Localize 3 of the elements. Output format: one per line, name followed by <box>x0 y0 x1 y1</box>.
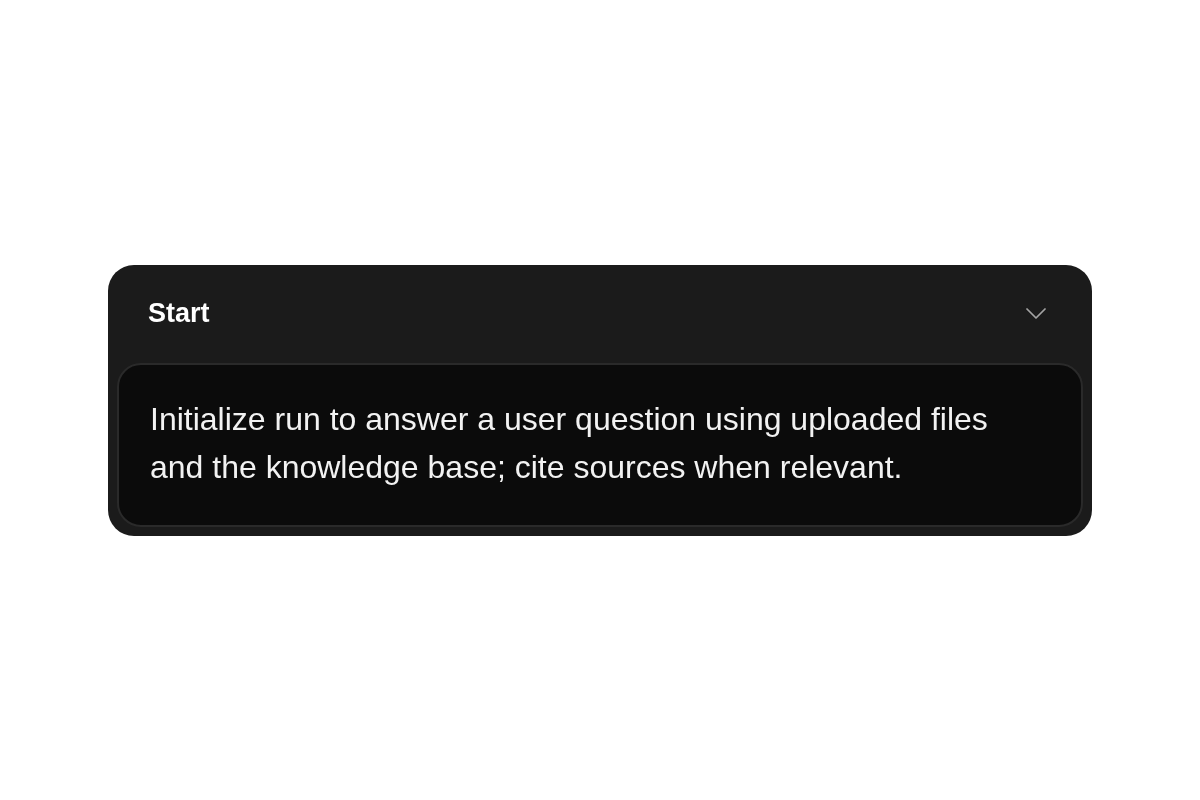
chevron-icon <box>1026 308 1046 319</box>
step-description: Initialize run to answer a user question using uploaded files and the knowledge base; cite sources when relevant. <box>150 399 989 487</box>
step-title: Start <box>148 297 210 331</box>
